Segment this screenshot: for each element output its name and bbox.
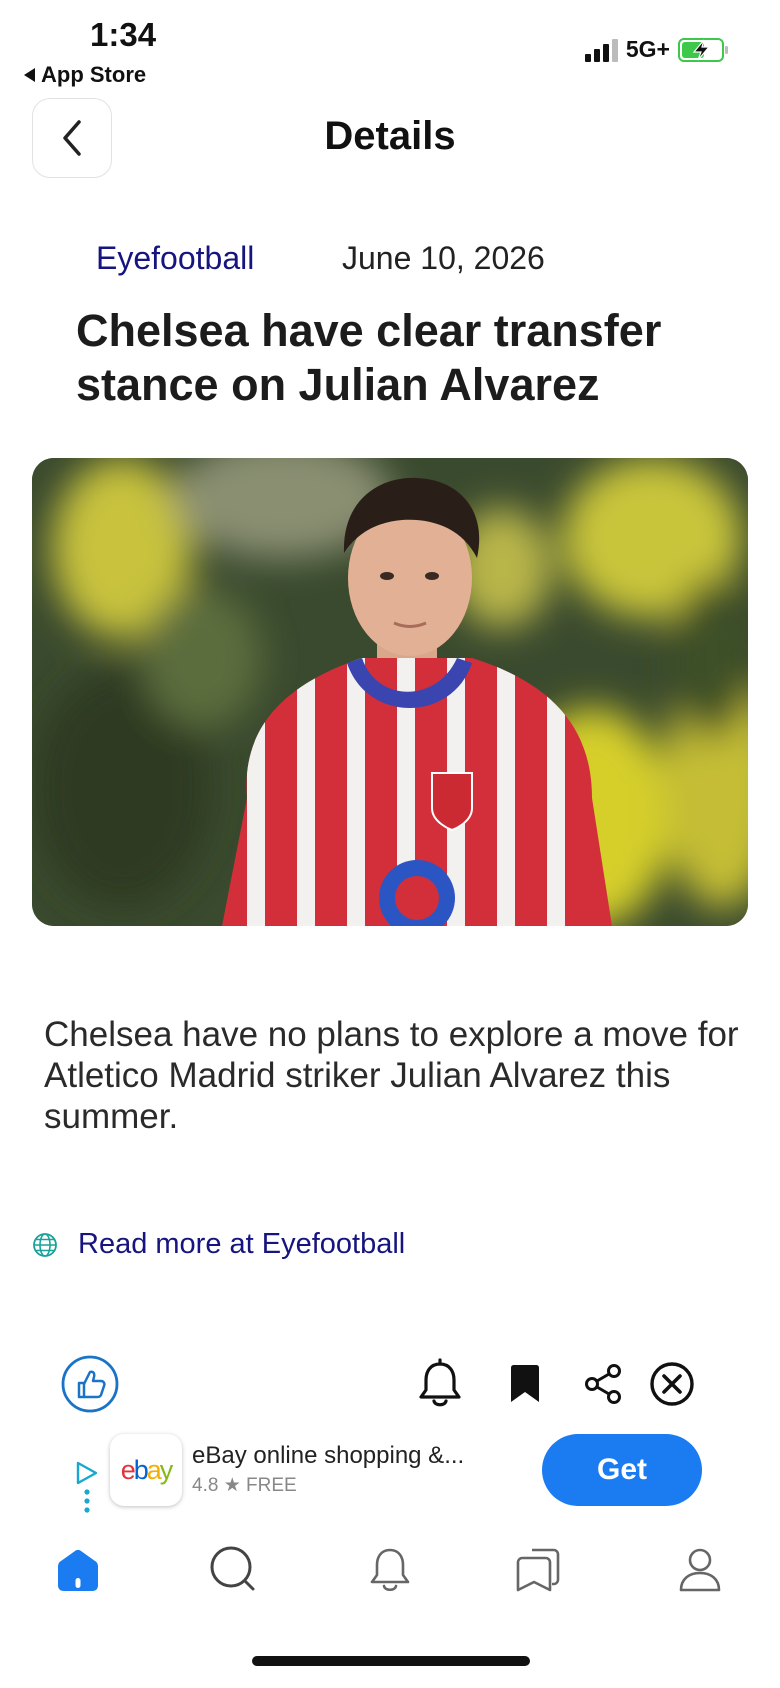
share-icon: [585, 1364, 621, 1404]
article-summary: Chelsea have no plans to explore a move …: [44, 1015, 739, 1136]
ad-app-meta: 4.8 ★ FREE: [192, 1474, 297, 1497]
ad-banner[interactable]: ebay eBay online shopping &... 4.8 ★ FRE…: [0, 1430, 780, 1514]
collections-icon: [516, 1548, 560, 1592]
ebay-logo: ebay: [110, 1434, 182, 1506]
tab-bar: [0, 1540, 780, 1610]
ad-more-icon[interactable]: [82, 1488, 92, 1514]
search-icon: [210, 1546, 255, 1591]
ad-app-title: eBay online shopping &...: [192, 1442, 465, 1469]
ad-price: FREE: [246, 1475, 297, 1496]
article-date: June 10, 2026: [342, 240, 545, 276]
notify-button[interactable]: [410, 1352, 470, 1416]
ad-choices-icon: [76, 1461, 98, 1485]
article-image: [32, 458, 748, 926]
back-triangle-icon: [24, 68, 35, 82]
tab-search[interactable]: [204, 1540, 264, 1600]
back-to-app-store[interactable]: App Store: [24, 62, 146, 88]
globe-icon: [33, 1232, 57, 1257]
home-indicator: [252, 1656, 530, 1666]
status-time: 1:34: [90, 16, 157, 53]
profile-icon: [679, 1548, 721, 1592]
status-indicators: 5G+: [584, 36, 730, 63]
dismiss-button[interactable]: [644, 1352, 700, 1416]
tab-notifications[interactable]: [360, 1540, 420, 1600]
read-more-label: Read more at Eyefootball: [78, 1228, 406, 1260]
ad-rating: 4.8: [192, 1475, 219, 1496]
share-button[interactable]: [578, 1352, 628, 1416]
read-more-link[interactable]: Read more at Eyefootball: [32, 1228, 405, 1261]
article-actions: [0, 1352, 780, 1416]
tab-profile[interactable]: [670, 1540, 730, 1600]
footballer-photo: [32, 458, 748, 926]
bookmark-button[interactable]: [500, 1352, 550, 1416]
home-icon: [58, 1549, 98, 1591]
network-label: 5G+: [625, 36, 670, 62]
star-icon: ★: [223, 1475, 241, 1496]
signal-icon: [584, 38, 618, 62]
battery-icon: [678, 37, 728, 62]
like-button[interactable]: [58, 1352, 122, 1416]
back-app-label: App Store: [41, 62, 147, 87]
close-icon: [650, 1362, 694, 1406]
bookmark-icon: [511, 1365, 539, 1402]
bell-icon: [419, 1358, 461, 1407]
get-button[interactable]: Get: [542, 1434, 702, 1506]
tab-collections[interactable]: [508, 1540, 568, 1600]
tab-home[interactable]: [48, 1540, 108, 1600]
notifications-icon: [370, 1548, 410, 1592]
article-headline: Chelsea have clear transfer stance on Ju…: [76, 305, 662, 410]
thumbs-up-icon: [61, 1355, 119, 1413]
article-source[interactable]: Eyefootball: [96, 240, 254, 277]
page-title: Details: [324, 114, 456, 158]
